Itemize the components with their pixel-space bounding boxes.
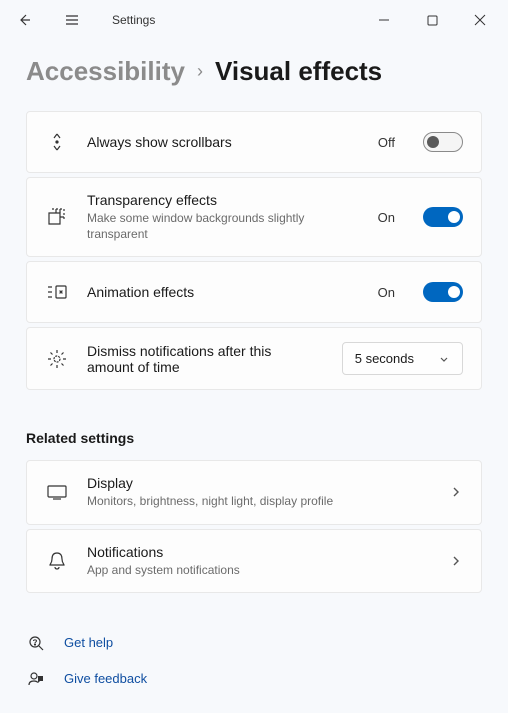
setting-scrollbars: Always show scrollbars Off bbox=[26, 111, 482, 173]
link-description: Monitors, brightness, night light, displ… bbox=[87, 493, 431, 509]
window-controls bbox=[364, 4, 500, 36]
help-icon bbox=[26, 633, 46, 653]
setting-transparency: Transparency effects Make some window ba… bbox=[26, 177, 482, 257]
related-settings-heading: Related settings bbox=[26, 430, 482, 446]
animation-toggle[interactable] bbox=[423, 282, 463, 302]
breadcrumb-parent[interactable]: Accessibility bbox=[26, 56, 185, 87]
dismiss-duration-dropdown[interactable]: 5 seconds bbox=[342, 342, 463, 375]
title-bar-left: Settings bbox=[8, 4, 155, 36]
setting-label: Transparency effects bbox=[87, 192, 360, 208]
brightness-icon bbox=[45, 347, 69, 371]
chevron-right-icon: › bbox=[197, 61, 203, 82]
transparency-toggle[interactable] bbox=[423, 207, 463, 227]
toggle-state-label: Off bbox=[378, 135, 395, 150]
page-title: Visual effects bbox=[215, 56, 382, 87]
minimize-icon bbox=[378, 14, 390, 26]
bell-icon bbox=[45, 549, 69, 573]
link-label: Get help bbox=[64, 635, 113, 650]
breadcrumb: Accessibility › Visual effects bbox=[26, 56, 482, 87]
give-feedback-link[interactable]: Give feedback bbox=[26, 669, 482, 689]
arrow-left-icon bbox=[16, 12, 32, 28]
hamburger-icon bbox=[64, 12, 80, 28]
dropdown-value: 5 seconds bbox=[355, 351, 414, 366]
content-area: Accessibility › Visual effects Always sh… bbox=[0, 40, 508, 709]
feedback-icon bbox=[26, 669, 46, 689]
close-icon bbox=[474, 14, 486, 26]
chevron-right-icon bbox=[449, 485, 463, 499]
link-label: Give feedback bbox=[64, 671, 147, 686]
setting-label: Dismiss notifications after this amount … bbox=[87, 343, 287, 375]
back-button[interactable] bbox=[8, 4, 40, 36]
link-description: App and system notifications bbox=[87, 562, 431, 578]
transparency-icon bbox=[45, 205, 69, 229]
close-button[interactable] bbox=[460, 4, 500, 36]
setting-label: Animation effects bbox=[87, 284, 360, 300]
chevron-right-icon bbox=[449, 554, 463, 568]
get-help-link[interactable]: Get help bbox=[26, 633, 482, 653]
toggle-state-label: On bbox=[378, 210, 395, 225]
setting-animation: Animation effects On bbox=[26, 261, 482, 323]
maximize-button[interactable] bbox=[412, 4, 452, 36]
window-title: Settings bbox=[112, 13, 155, 27]
help-links: Get help Give feedback bbox=[26, 633, 482, 689]
chevron-down-icon bbox=[438, 353, 450, 365]
link-title: Notifications bbox=[87, 544, 431, 560]
setting-label: Always show scrollbars bbox=[87, 134, 360, 150]
setting-dismiss-notifications: Dismiss notifications after this amount … bbox=[26, 327, 482, 390]
scrollbars-toggle[interactable] bbox=[423, 132, 463, 152]
link-title: Display bbox=[87, 475, 431, 491]
minimize-button[interactable] bbox=[364, 4, 404, 36]
related-notifications[interactable]: Notifications App and system notificatio… bbox=[26, 529, 482, 593]
title-bar: Settings bbox=[0, 0, 508, 40]
toggle-state-label: On bbox=[378, 285, 395, 300]
nav-menu-button[interactable] bbox=[56, 4, 88, 36]
display-icon bbox=[45, 480, 69, 504]
setting-description: Make some window backgrounds slightly tr… bbox=[87, 210, 360, 242]
related-display[interactable]: Display Monitors, brightness, night ligh… bbox=[26, 460, 482, 524]
animation-icon bbox=[45, 280, 69, 304]
scrollbar-icon bbox=[45, 130, 69, 154]
maximize-icon bbox=[427, 15, 438, 26]
